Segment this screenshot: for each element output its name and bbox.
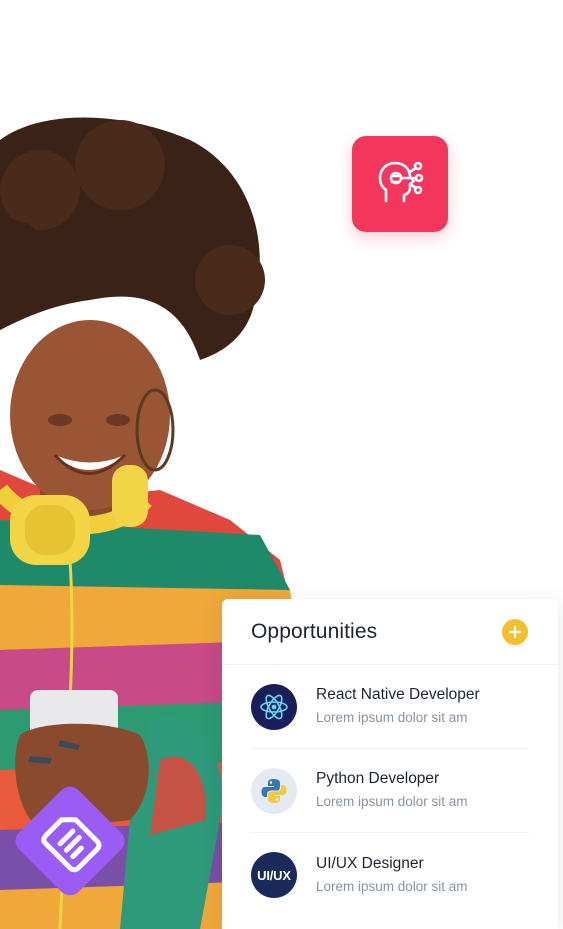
react-icon [251, 683, 297, 730]
item-subtitle: Lorem ipsum dolor sit am [316, 794, 468, 809]
ai-badge [352, 136, 448, 232]
plus-icon [508, 625, 522, 638]
list-item[interactable]: Python Developer Lorem ipsum dolor sit a… [251, 749, 529, 833]
document-badge [15, 786, 125, 896]
opportunities-card: Opportunities React Native Developer Lor… [222, 599, 558, 929]
item-title: Python Developer [316, 770, 440, 787]
uiux-icon-label: UI/UX [257, 867, 291, 883]
uiux-icon: UI/UX [251, 852, 297, 898]
python-icon [251, 767, 297, 814]
card-title: Opportunities [251, 619, 378, 643]
opportunity-list: React Native Developer Lorem ipsum dolor… [222, 665, 558, 917]
item-title: React Native Developer [316, 686, 480, 703]
card-header: Opportunities [222, 599, 558, 665]
add-opportunity-button[interactable] [502, 618, 528, 645]
list-item[interactable]: UI/UX UI/UX Designer Lorem ipsum dolor s… [251, 833, 529, 917]
item-subtitle: Lorem ipsum dolor sit am [316, 710, 468, 725]
list-item[interactable]: React Native Developer Lorem ipsum dolor… [251, 665, 529, 749]
ai-brain-icon [378, 161, 424, 203]
item-title: UI/UX Designer [316, 854, 424, 872]
item-subtitle: Lorem ipsum dolor sit am [316, 878, 468, 894]
